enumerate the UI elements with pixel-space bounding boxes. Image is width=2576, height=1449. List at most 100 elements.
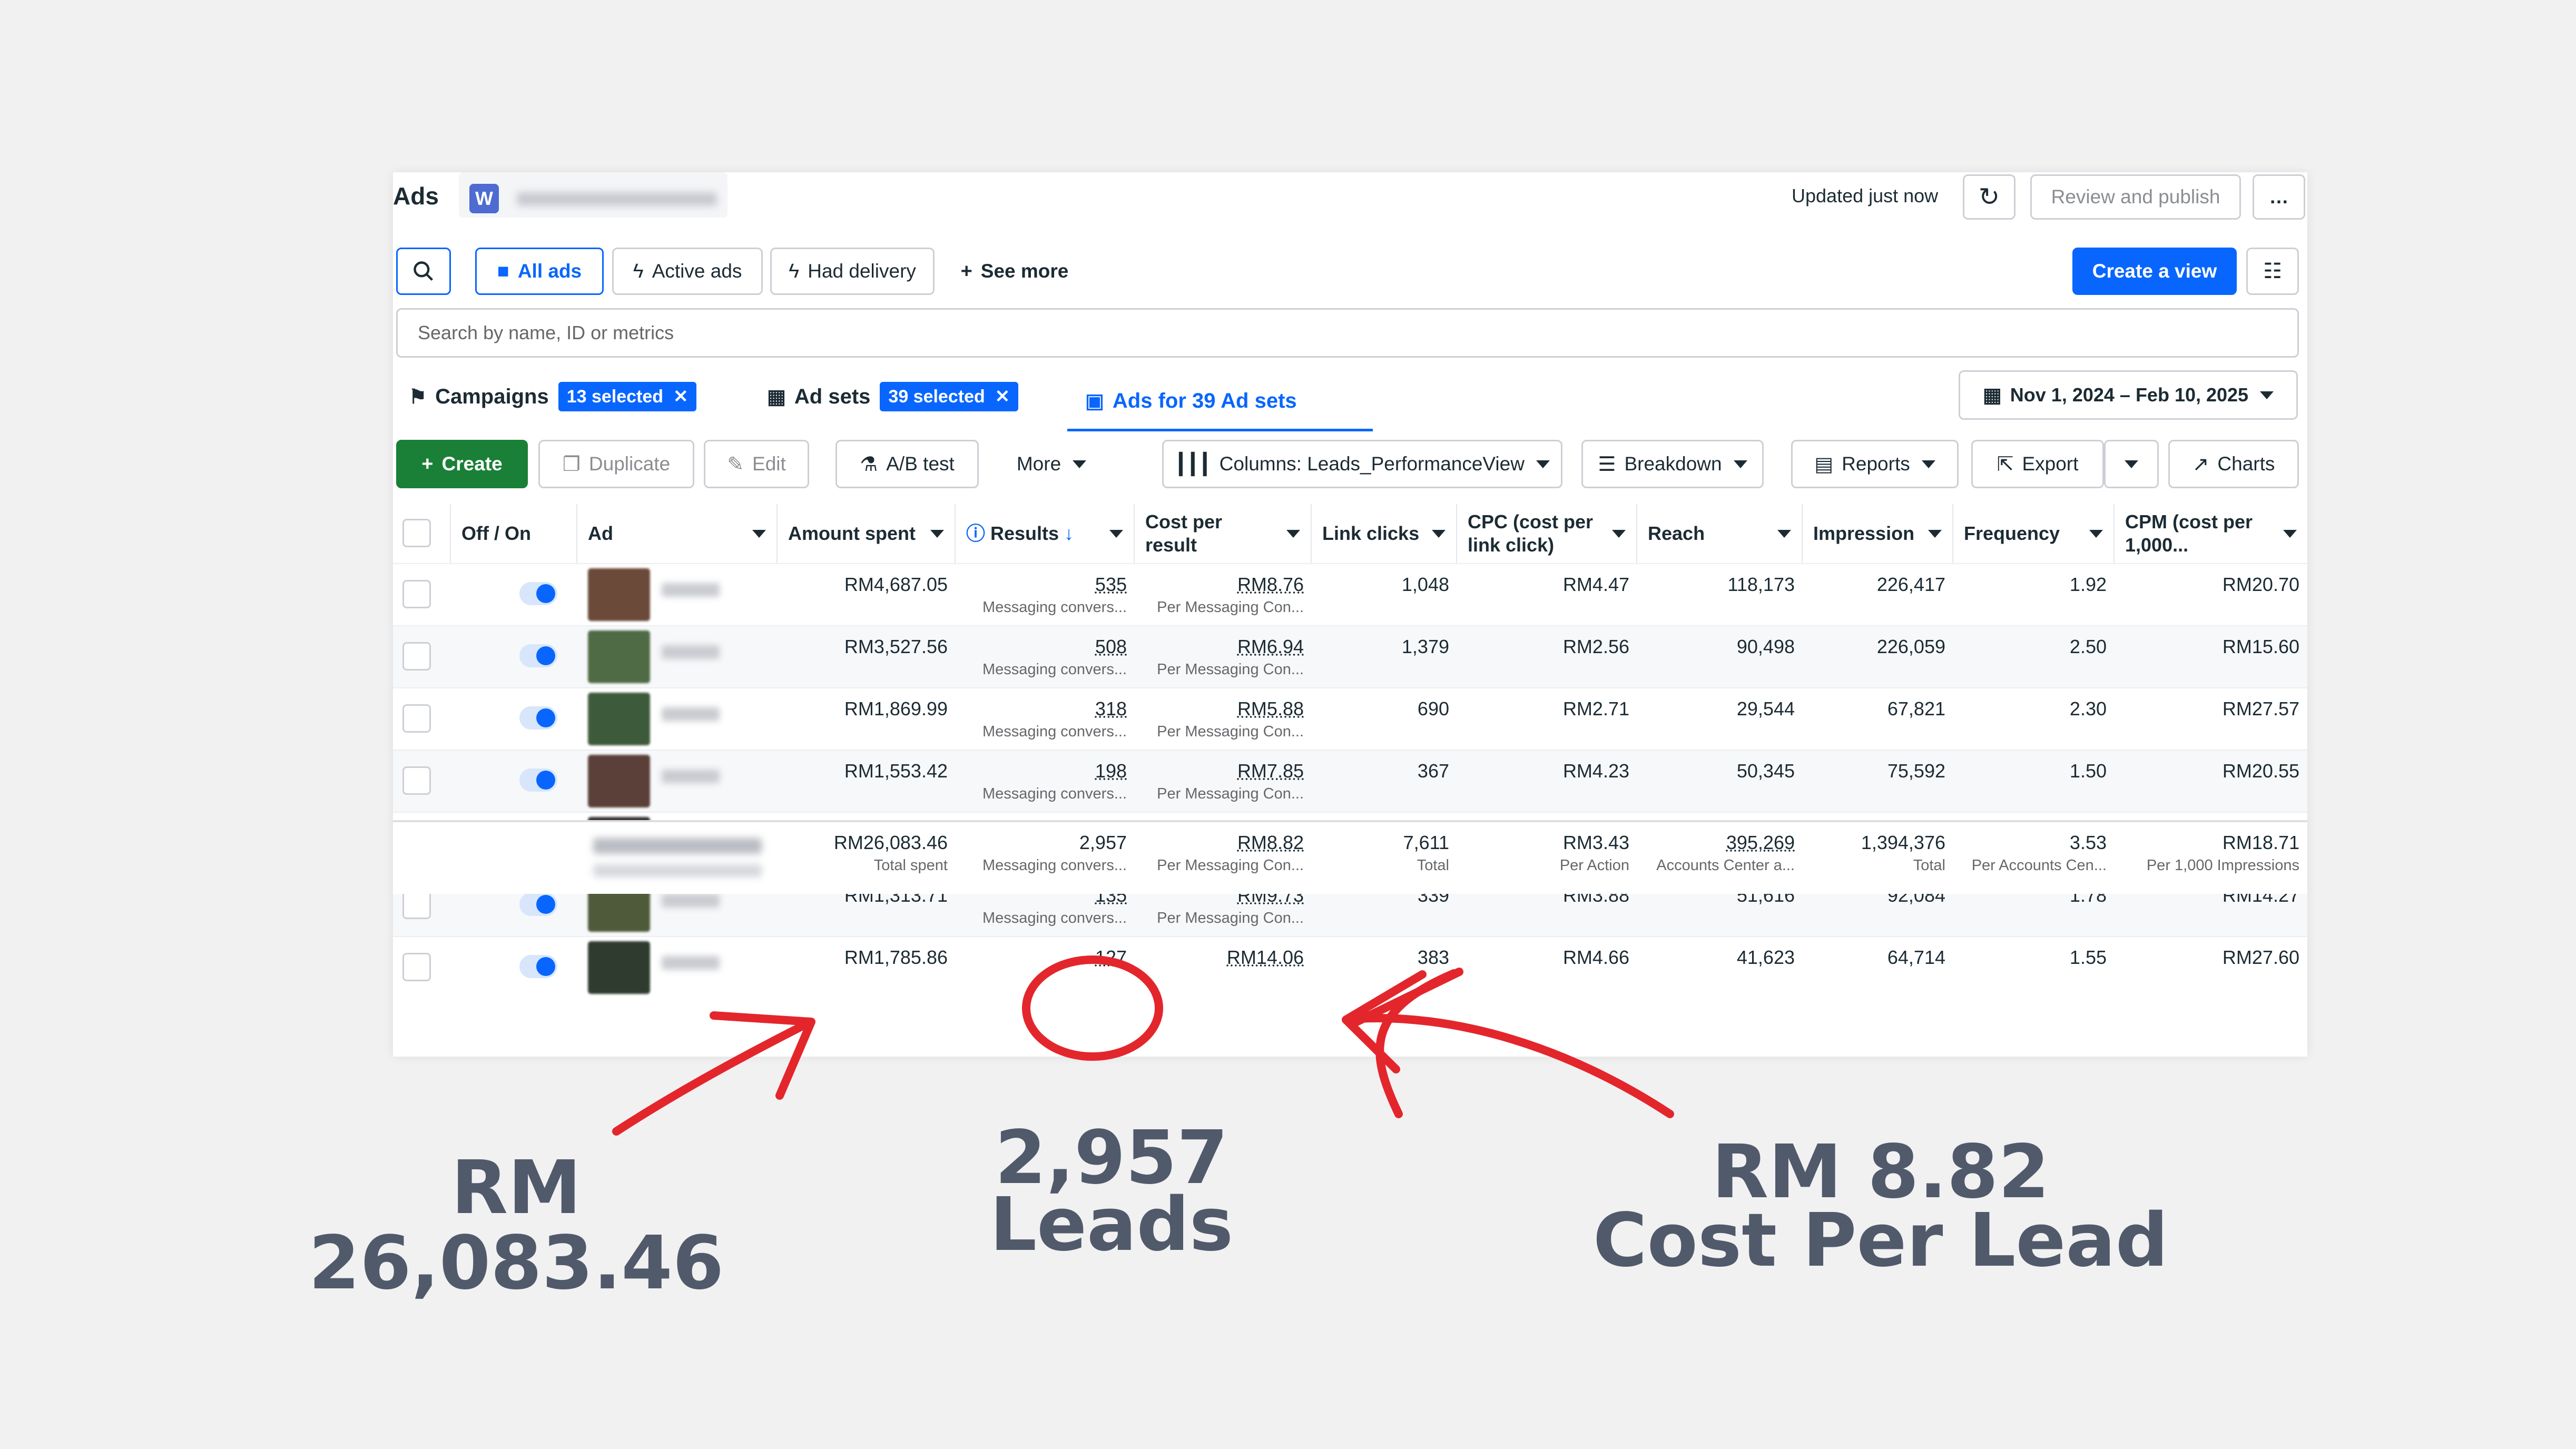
total-results: 2,957 Messaging convers... <box>982 832 1127 874</box>
cell-impression: 226,059 <box>1876 636 1945 657</box>
charts-label: Charts <box>2217 453 2275 475</box>
columns-dropdown[interactable]: ┃┃┃ Columns: Leads_PerformanceView <box>1162 440 1562 488</box>
filter-settings-button[interactable]: ☷ <box>2246 248 2299 295</box>
col-ad[interactable]: Ad <box>577 504 778 563</box>
cell-reach: 29,544 <box>1736 698 1795 719</box>
chevron-down-icon <box>2283 529 2297 538</box>
more-options-button[interactable]: … <box>2253 174 2305 220</box>
all-ads-filter[interactable]: ■ All ads <box>475 248 604 295</box>
cell-cpc: RM2.71 <box>1562 698 1629 719</box>
more-menu-button[interactable]: More <box>994 440 1109 488</box>
reports-label: Reports <box>1842 453 1910 475</box>
campaigns-selected-badge[interactable]: 13 selected ✕ <box>558 382 697 411</box>
col-cost-per-result[interactable]: Cost per result <box>1135 504 1312 563</box>
create-button[interactable]: + Create <box>396 440 528 488</box>
row-checkbox[interactable] <box>402 580 431 608</box>
row-checkbox[interactable] <box>402 766 431 795</box>
cell-results: 198 Messaging convers... <box>982 760 1127 802</box>
active-ads-label: Active ads <box>652 260 742 282</box>
col-cpc[interactable]: CPC (cost per link click) <box>1457 504 1637 563</box>
campaigns-label: Campaigns <box>435 385 549 408</box>
row-checkbox[interactable] <box>402 891 431 919</box>
row-checkbox[interactable] <box>402 704 431 733</box>
export-button[interactable]: ⇱ Export <box>1971 440 2104 488</box>
cell-cpc: RM2.56 <box>1562 636 1629 657</box>
account-name-blurred <box>517 192 717 206</box>
cell-results: 127 <box>1095 947 1127 968</box>
cell-frequency: 2.30 <box>2069 698 2107 719</box>
export-menu-button[interactable] <box>2104 440 2159 488</box>
table-row[interactable]: RM4,687.05 535 Messaging convers... RM8.76 P… <box>393 563 2307 625</box>
table-row[interactable]: RM1,553.42 198 Messaging convers... RM7.85 P… <box>393 750 2307 812</box>
date-range-picker[interactable]: ▦ Nov 1, 2024 – Feb 10, 2025 <box>1959 370 2298 420</box>
account-tab[interactable]: W <box>459 172 727 218</box>
table-row[interactable]: RM1,785.86 127 RM14.06 383 RM4.66 41,623 64,71… <box>393 936 2307 998</box>
cell-cost-per-result: RM8.76 Per Messaging Con... <box>1157 574 1304 616</box>
review-publish-button[interactable]: Review and publish <box>2030 174 2241 220</box>
ab-test-label: A/B test <box>886 453 955 475</box>
breakdown-dropdown[interactable]: ☰ Breakdown <box>1581 440 1764 488</box>
search-icon <box>414 261 434 281</box>
lightning-icon: ϟ <box>789 260 800 282</box>
cell-frequency: 1.92 <box>2069 574 2107 595</box>
cell-impression: 64,714 <box>1887 947 1945 968</box>
edit-label: Edit <box>752 453 786 475</box>
columns-icon: ┃┃┃ <box>1175 453 1211 476</box>
ad-toggle[interactable] <box>519 706 557 730</box>
duplicate-button[interactable]: ❐ Duplicate <box>538 440 694 488</box>
col-amount-spent[interactable]: Amount spent <box>778 504 956 563</box>
adsets-tab[interactable]: ▦ Ad sets 39 selected ✕ <box>767 382 1019 411</box>
table-row[interactable]: RM3,527.56 508 Messaging convers... RM6.94 P… <box>393 625 2307 687</box>
leads-callout-label: Leads <box>989 1182 1234 1268</box>
ad-toggle[interactable] <box>519 644 557 667</box>
ad-toggle[interactable] <box>519 955 557 978</box>
cell-reach: 50,345 <box>1736 760 1795 782</box>
adsets-selected-badge[interactable]: 39 selected ✕ <box>880 382 1019 411</box>
search-input[interactable]: Search by name, ID or metrics <box>396 308 2299 358</box>
total-cost-per-result: RM8.82 Per Messaging Con... <box>1157 832 1304 874</box>
ad-name-blurred <box>662 770 720 783</box>
col-results[interactable]: ⓘ Results ↓ <box>956 504 1135 563</box>
ad-toggle[interactable] <box>519 893 557 916</box>
chevron-down-icon <box>1928 529 1942 538</box>
ads-tab[interactable]: ▣ Ads for 39 Ad sets <box>1067 373 1373 431</box>
ad-toggle[interactable] <box>519 768 557 792</box>
see-more-button[interactable]: + See more <box>946 248 1083 295</box>
ads-tab-label: Ads for 39 Ad sets <box>1112 389 1297 412</box>
col-reach[interactable]: Reach <box>1637 504 1803 563</box>
row-checkbox[interactable] <box>402 953 431 981</box>
col-frequency[interactable]: Frequency <box>1953 504 2115 563</box>
ad-toggle[interactable] <box>519 582 557 605</box>
reports-icon: ▤ <box>1814 453 1834 476</box>
ad-name-blurred <box>662 894 720 908</box>
charts-button[interactable]: ↗ Charts <box>2168 440 2299 488</box>
select-all-checkbox[interactable] <box>402 519 431 547</box>
cell-cpc: RM4.47 <box>1562 574 1629 595</box>
active-ads-filter[interactable]: ϟ Active ads <box>612 248 763 295</box>
account-avatar: W <box>469 184 499 213</box>
cell-link-clicks: 1,048 <box>1401 574 1449 595</box>
total-amount-spent: RM26,083.46 Total spent <box>833 832 948 874</box>
edit-button[interactable]: ✎ Edit <box>704 440 809 488</box>
cell-cpm: RM27.60 <box>2222 947 2299 968</box>
cell-cpc: RM4.66 <box>1562 947 1629 968</box>
had-delivery-filter[interactable]: ϟ Had delivery <box>770 248 935 295</box>
ab-test-button[interactable]: ⚗ A/B test <box>835 440 979 488</box>
search-button[interactable] <box>396 248 451 295</box>
chevron-down-icon <box>2089 529 2103 538</box>
cell-cost-per-result: RM6.94 Per Messaging Con... <box>1157 636 1304 678</box>
col-impression[interactable]: Impression <box>1803 504 1953 563</box>
col-cpm[interactable]: CPM (cost per 1,000... <box>2115 504 2307 563</box>
col-link-clicks[interactable]: Link clicks <box>1312 504 1457 563</box>
create-view-button[interactable]: Create a view <box>2072 248 2237 295</box>
chevron-down-icon <box>1073 460 1087 468</box>
row-checkbox[interactable] <box>402 642 431 671</box>
col-off-on[interactable]: Off / On <box>451 504 577 563</box>
refresh-button[interactable]: ↻ <box>1963 174 2015 220</box>
grid-icon: ▦ <box>767 386 786 408</box>
campaigns-tab[interactable]: ⚑ Campaigns 13 selected ✕ <box>409 382 697 411</box>
reports-dropdown[interactable]: ▤ Reports <box>1791 440 1959 488</box>
table-row[interactable]: RM1,869.99 318 Messaging convers... RM5.88 P… <box>393 687 2307 750</box>
chevron-down-icon <box>1612 529 1626 538</box>
more-label: More <box>1016 453 1061 475</box>
